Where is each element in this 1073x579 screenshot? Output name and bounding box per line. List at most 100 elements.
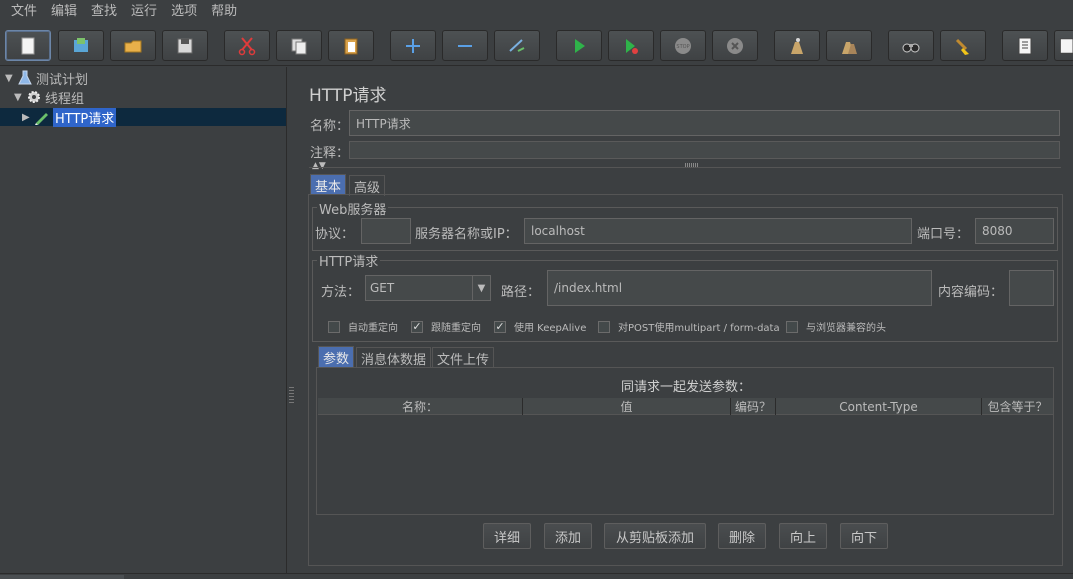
- collapse-arrows-icon[interactable]: ▲▼: [312, 161, 326, 171]
- expanded-arrow-icon[interactable]: ▼: [5, 73, 17, 84]
- comment-label: 注释：: [310, 146, 350, 161]
- checkbox-label: 与浏览器兼容的头: [806, 323, 886, 334]
- tab-advanced[interactable]: 高级: [349, 175, 386, 196]
- tab-parameters[interactable]: 参数: [318, 346, 355, 367]
- tree-node-test-plan[interactable]: ▼ 测试计划: [5, 69, 88, 88]
- collapse-all-button[interactable]: [442, 30, 488, 61]
- parameters-panel: 同请求一起发送参数： 名称： 值 编码？ Content-Type 包含等于？: [316, 367, 1054, 515]
- collapsed-arrow-icon[interactable]: ▶: [22, 112, 34, 123]
- horizontal-scrollbar[interactable]: [0, 573, 1073, 579]
- detail-button[interactable]: 详细: [483, 523, 531, 549]
- test-plan-tree: [0, 67, 287, 573]
- stop-icon: STOP: [675, 37, 691, 54]
- port-label: 端口号：: [917, 227, 970, 242]
- shutdown-button[interactable]: [712, 30, 758, 61]
- reset-search-button[interactable]: [940, 30, 986, 61]
- chevron-down-icon[interactable]: ▼: [472, 276, 490, 300]
- clear-all-button[interactable]: [826, 30, 872, 61]
- checkbox-box[interactable]: [328, 320, 340, 333]
- delete-button[interactable]: 删除: [718, 523, 766, 549]
- new-button[interactable]: [5, 30, 51, 61]
- auto-redirect-checkbox[interactable]: 自动重定向: [328, 319, 398, 334]
- checkbox-label: 自动重定向: [348, 323, 398, 334]
- content-encoding-input[interactable]: [1009, 270, 1054, 306]
- start-button[interactable]: [556, 30, 602, 61]
- shutdown-icon: [727, 37, 743, 54]
- multipart-checkbox[interactable]: 对POST使用multipart / form-data: [598, 319, 780, 334]
- checkbox-box[interactable]: [598, 320, 610, 333]
- menu-edit[interactable]: 编辑: [44, 0, 84, 24]
- pane-splitter[interactable]: [287, 67, 297, 573]
- menu-search[interactable]: 查找: [84, 0, 124, 24]
- copy-button[interactable]: [276, 30, 322, 61]
- search-button[interactable]: [888, 30, 934, 61]
- checkmark-icon[interactable]: ✓: [411, 320, 423, 333]
- paste-button[interactable]: [328, 30, 374, 61]
- parameters-table-body[interactable]: [318, 416, 1053, 514]
- start-no-pause-icon: [626, 38, 638, 54]
- protocol-input[interactable]: [361, 218, 411, 244]
- port-input[interactable]: 8080: [975, 218, 1054, 244]
- function-helper-button[interactable]: [1002, 30, 1048, 61]
- column-header-value[interactable]: 值: [523, 398, 731, 415]
- checkbox-label: 对POST使用multipart / form-data: [618, 323, 780, 334]
- name-input[interactable]: HTTP请求: [349, 110, 1060, 136]
- help-button[interactable]: [1054, 30, 1073, 61]
- collapse-icon: [458, 44, 472, 47]
- method-value: GET: [370, 281, 395, 295]
- open-button[interactable]: [110, 30, 156, 61]
- expanded-arrow-icon[interactable]: ▼: [14, 92, 26, 103]
- open-icon: [124, 40, 142, 52]
- browser-compatible-headers-checkbox[interactable]: 与浏览器兼容的头: [786, 319, 886, 334]
- move-down-button[interactable]: 向下: [840, 523, 888, 549]
- checkbox-box[interactable]: [786, 320, 798, 333]
- function-helper-icon: [1018, 37, 1032, 54]
- method-select[interactable]: GET ▼: [365, 275, 491, 301]
- tab-body-data[interactable]: 消息体数据: [356, 347, 432, 368]
- parameters-table-header: 名称： 值 编码？ Content-Type 包含等于？: [318, 398, 1053, 415]
- path-label: 路径：: [501, 285, 541, 300]
- move-up-button[interactable]: 向上: [779, 523, 827, 549]
- column-header-encode[interactable]: 编码？: [731, 398, 776, 415]
- method-label: 方法：: [321, 285, 361, 300]
- menu-help[interactable]: 帮助: [204, 0, 244, 24]
- comment-input[interactable]: [349, 141, 1060, 159]
- cut-button[interactable]: [224, 30, 270, 61]
- checkbox-label: 使用 KeepAlive: [514, 323, 587, 334]
- paste-icon: [344, 38, 358, 54]
- column-header-include-equals[interactable]: 包含等于？: [982, 398, 1053, 415]
- toggle-button[interactable]: [494, 30, 540, 61]
- checkmark-icon[interactable]: ✓: [494, 320, 506, 333]
- start-icon: [575, 38, 585, 53]
- tab-files-upload[interactable]: 文件上传: [432, 347, 495, 368]
- add-button[interactable]: 添加: [544, 523, 592, 549]
- stop-button[interactable]: STOP: [660, 30, 706, 61]
- name-label: 名称：: [310, 119, 350, 134]
- path-input[interactable]: /index.html: [547, 270, 932, 306]
- add-from-clipboard-button[interactable]: 从剪贴板添加: [604, 523, 706, 549]
- new-icon: [21, 37, 35, 54]
- save-button[interactable]: [162, 30, 208, 61]
- expand-all-button[interactable]: [390, 30, 436, 61]
- tree-node-thread-group[interactable]: ▼ 线程组: [14, 88, 85, 107]
- menu-options[interactable]: 选项: [164, 0, 204, 24]
- start-no-pause-button[interactable]: [608, 30, 654, 61]
- cut-icon: [238, 36, 256, 55]
- server-name-input[interactable]: localhost: [524, 218, 912, 244]
- menu-run[interactable]: 运行: [124, 0, 164, 24]
- header-divider: [309, 167, 1061, 168]
- tab-basic[interactable]: 基本: [310, 174, 347, 195]
- tree-node-http-request[interactable]: ▶ HTTP请求: [22, 107, 117, 127]
- tree-label-thread-group: 线程组: [45, 91, 85, 107]
- follow-redirect-checkbox[interactable]: ✓ 跟随重定向: [411, 319, 481, 334]
- column-header-name[interactable]: 名称：: [318, 398, 523, 415]
- tree-label-http-request: HTTP请求: [53, 107, 117, 127]
- clear-button[interactable]: [774, 30, 820, 61]
- scrollbar-thumb[interactable]: [0, 575, 124, 579]
- svg-text:STOP: STOP: [676, 44, 689, 50]
- menu-file[interactable]: 文件: [4, 0, 44, 24]
- checkbox-label: 跟随重定向: [431, 323, 481, 334]
- templates-button[interactable]: [58, 30, 104, 61]
- keepalive-checkbox[interactable]: ✓ 使用 KeepAlive: [494, 319, 586, 334]
- column-header-content-type[interactable]: Content-Type: [776, 398, 982, 415]
